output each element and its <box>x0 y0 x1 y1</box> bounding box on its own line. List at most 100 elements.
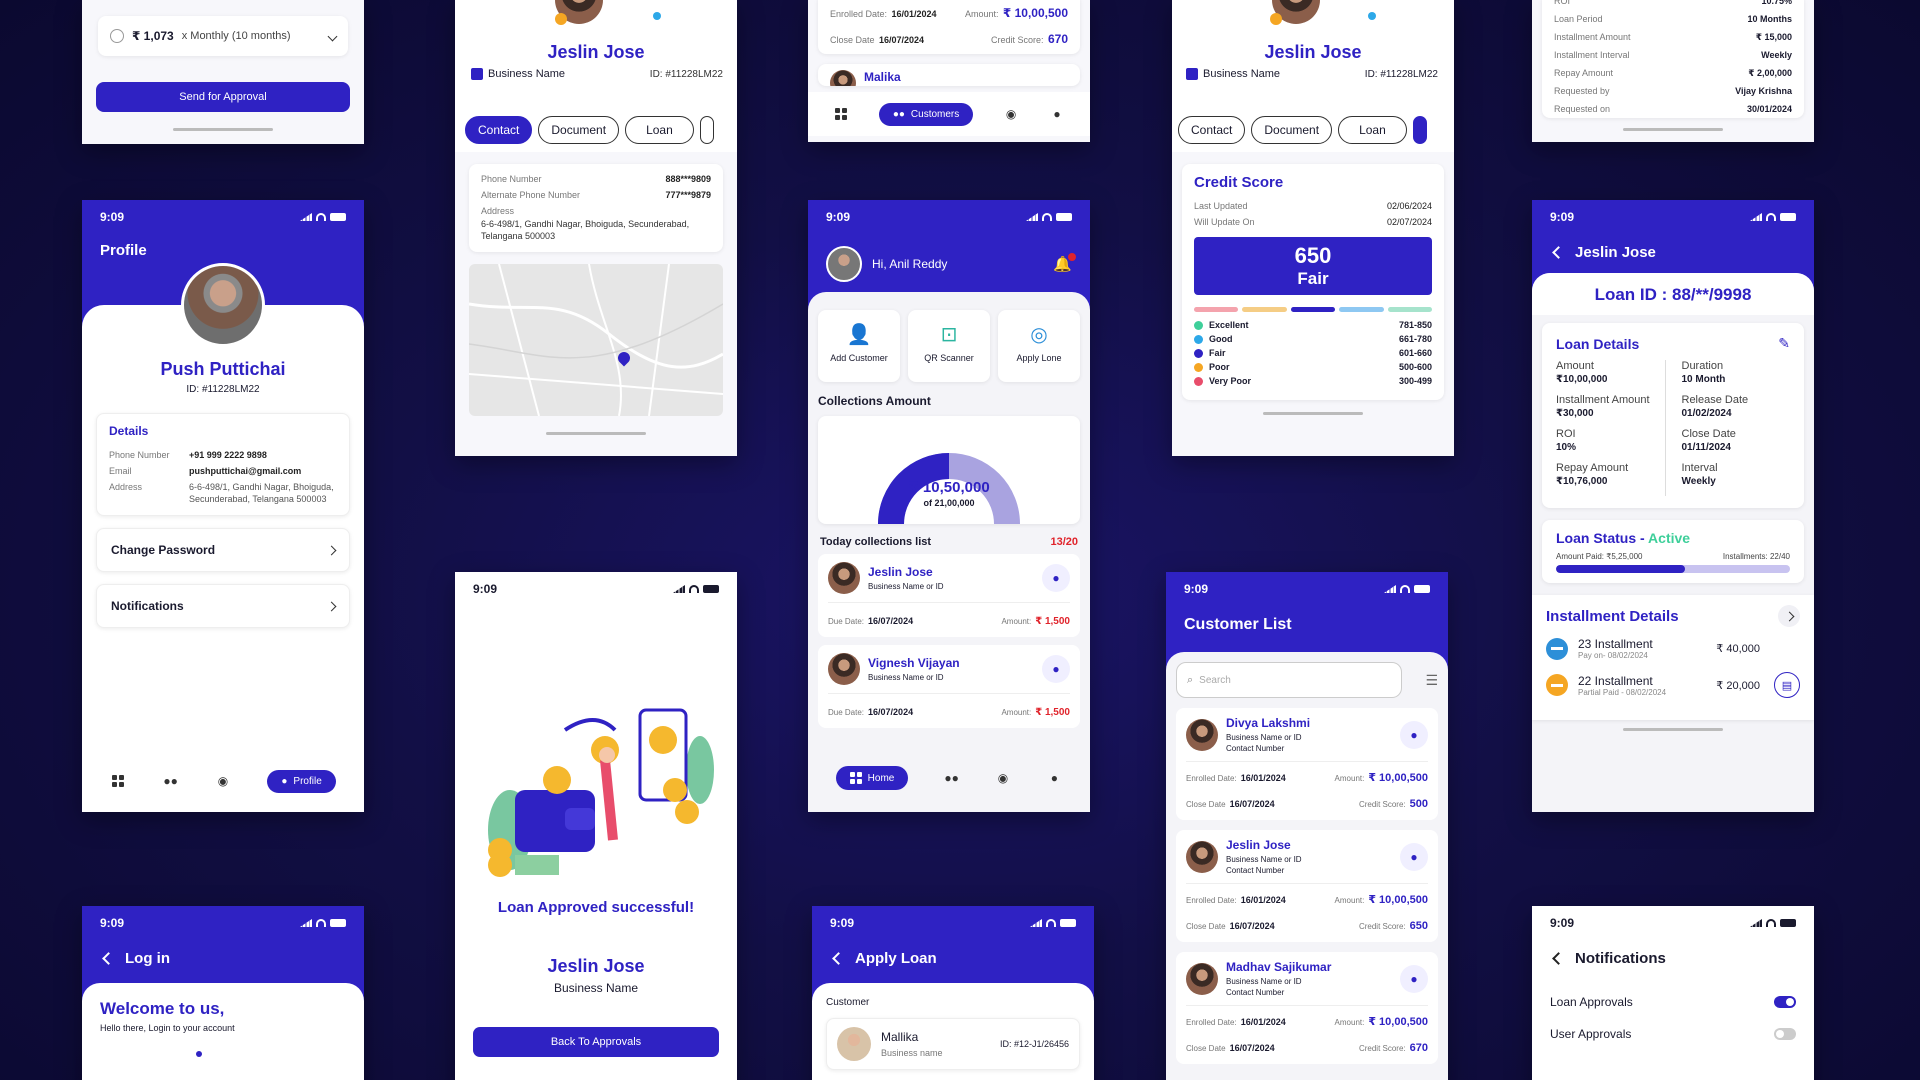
apply-loan-action[interactable]: ◎ Apply Lone <box>998 310 1080 382</box>
toggle-off[interactable] <box>1774 1028 1796 1040</box>
location-pin-icon[interactable]: ● <box>1400 964 1428 993</box>
installment-title: 22 Installment <box>1578 673 1653 688</box>
notification-badge <box>1068 253 1076 261</box>
users-icon[interactable]: ●● <box>944 771 960 785</box>
business-name: Business name <box>881 1048 943 1058</box>
user-icon[interactable]: ● <box>1049 107 1065 121</box>
send-for-approval-button[interactable]: Send for Approval <box>96 82 350 112</box>
tab-loan[interactable]: Loan <box>625 116 694 144</box>
avatar <box>830 70 856 86</box>
home-grid-icon[interactable] <box>833 107 849 121</box>
chevron-down-icon[interactable] <box>327 31 338 41</box>
credit-group: Credit Score: 650 <box>1359 916 1428 934</box>
customer-card[interactable]: Jeslin Jose Business Name or ID Contact Nu… <box>1176 830 1438 942</box>
tab-credit[interactable] <box>1412 116 1427 144</box>
minus-icon <box>1551 647 1563 650</box>
tab-loan[interactable]: Loan <box>1338 116 1407 144</box>
wifi-icon <box>316 919 326 927</box>
customer-card-next[interactable]: Malika <box>818 64 1080 86</box>
toggle-on[interactable] <box>1774 996 1796 1008</box>
collection-left: Jeslin Jose Business Name or ID <box>828 562 944 594</box>
installment-item[interactable]: 23 Installment Pay on- 08/02/2024 ₹ 40,000 <box>1546 637 1800 660</box>
close-row: Close Date 16/07/2024 Credit Score: 500 <box>1186 794 1428 812</box>
nav-profile[interactable]: ● Profile <box>267 769 336 793</box>
tab-document[interactable]: Document <box>538 116 620 144</box>
amount-label: Amount: <box>964 9 999 19</box>
installment-option[interactable]: ₹ 1,073 x Monthly (10 months) <box>98 16 348 56</box>
map[interactable] <box>469 264 723 417</box>
change-password-item[interactable]: Change Password <box>96 528 350 573</box>
amount-paid: Amount Paid: ₹5,25,000 <box>1556 552 1643 561</box>
customer-card[interactable]: Divya Lakshmi Business Name or ID Contact … <box>1176 708 1438 820</box>
qr-scanner-label: QR Scanner <box>924 353 974 363</box>
loan-detail-value: ₹10,00,000 <box>1556 374 1608 385</box>
address-label: Address <box>481 206 515 216</box>
users-icon[interactable]: ●● <box>163 774 179 788</box>
customer-select[interactable]: Mallika Business name ID: #12-J1/26456 <box>826 1018 1080 1070</box>
location-pin-icon[interactable]: ● <box>1042 655 1070 683</box>
user-icon[interactable]: ● <box>1046 771 1062 785</box>
collection-card[interactable]: Jeslin Jose Business Name or ID ● Due Date:… <box>818 554 1080 637</box>
enrolled-value: 16/01/2024 <box>1240 1017 1286 1027</box>
customer-name: Vignesh Vijayan <box>868 656 960 670</box>
building-icon <box>471 68 483 80</box>
details-card: Details Phone Number +91 999 2222 9898 Em… <box>96 413 350 517</box>
back-arrow-icon[interactable] <box>1552 952 1565 965</box>
signal-icon <box>1384 585 1396 593</box>
home-grid-icon[interactable] <box>110 774 126 788</box>
filter-icon[interactable]: ☰ <box>1425 672 1438 689</box>
customer-name: Jeslin Jose <box>1264 42 1362 62</box>
amount-value: ₹ 10,00,500 <box>1368 1016 1428 1028</box>
tab-contact[interactable]: Contact <box>1178 116 1246 144</box>
collection-card[interactable]: Vignesh Vijayan Business Name or ID ● Due D… <box>818 645 1080 728</box>
due-value: 16/07/2024 <box>868 707 914 717</box>
document-icon[interactable]: ▤ <box>1774 672 1800 698</box>
edit-icon[interactable]: ✎ <box>1778 335 1790 352</box>
customer-card[interactable]: Madhav Sajikumar Business Name or ID Conta… <box>1176 952 1438 1064</box>
installment-item[interactable]: 22 Installment Partial Paid - 08/02/2024 ₹… <box>1546 672 1800 698</box>
back-arrow-icon[interactable] <box>832 952 845 965</box>
credit-score-screen: Jeslin Jose Business Name ID: #11228LM22… <box>1172 0 1454 456</box>
installment-left: 22 Installment Partial Paid - 08/02/2024 <box>1546 674 1666 697</box>
tab-document[interactable]: Document <box>1251 116 1333 144</box>
nav-customers[interactable]: ●● Customers <box>878 102 974 126</box>
back-to-approvals-button[interactable]: Back To Approvals <box>473 1027 719 1057</box>
location-pin-icon[interactable]: ● <box>1400 720 1428 749</box>
back-arrow-icon[interactable] <box>102 952 115 965</box>
score-word: Fair <box>1297 269 1329 288</box>
nav-home[interactable]: Home <box>835 766 909 790</box>
location-pin-icon[interactable]: ● <box>1400 842 1428 871</box>
customer-name: Madhav Sajikumar <box>1226 960 1332 974</box>
radio-button[interactable] <box>110 29 124 43</box>
collections-amount: ₹ 10,50,000 <box>908 479 990 496</box>
users-icon: ●● <box>892 108 905 120</box>
location-pin-icon[interactable]: ● <box>1042 564 1070 592</box>
avatar[interactable] <box>826 246 862 282</box>
search-input[interactable]: ⌕ Search <box>1176 662 1402 698</box>
customer-card[interactable]: Enrolled Date: 16/01/2024 Amount: ₹ 10,00… <box>818 0 1080 54</box>
status-time: 9:09 <box>1550 210 1575 224</box>
add-customer-action[interactable]: 👤 Add Customer <box>818 310 900 382</box>
legend-left: Very Poor <box>1194 376 1251 386</box>
loan-detail-label: Duration <box>1681 360 1724 372</box>
notifications-item[interactable]: Notifications <box>96 584 350 629</box>
updated-label: Last Updated <box>1194 201 1248 211</box>
amount-group: Amount: ₹ 10,00,500 <box>1335 1012 1428 1030</box>
settings-icon[interactable]: ◉ <box>995 771 1011 785</box>
enrolled-value: 16/01/2024 <box>891 9 937 19</box>
loan-detail-value: 01/11/2024 <box>1681 442 1732 453</box>
back-arrow-icon[interactable] <box>1552 246 1565 259</box>
online-dot <box>1368 12 1376 20</box>
qr-scanner-action[interactable]: ⊡ QR Scanner <box>908 310 990 382</box>
settings-icon[interactable]: ◉ <box>1003 107 1019 121</box>
business-name: Business Name <box>1203 68 1281 80</box>
tab-contact[interactable]: Contact <box>465 116 533 144</box>
customer-sub: Business Name or ID <box>1226 855 1302 864</box>
tab-more[interactable] <box>699 116 714 144</box>
status-time: 9:09 <box>826 210 851 224</box>
settings-icon[interactable]: ◉ <box>215 774 231 788</box>
bell-icon[interactable]: 🔔 <box>1053 253 1076 273</box>
enrolled-value: 16/01/2024 <box>1240 895 1286 905</box>
phone-label: Phone Number <box>109 450 170 460</box>
chevron-right-icon[interactable] <box>1778 605 1800 627</box>
